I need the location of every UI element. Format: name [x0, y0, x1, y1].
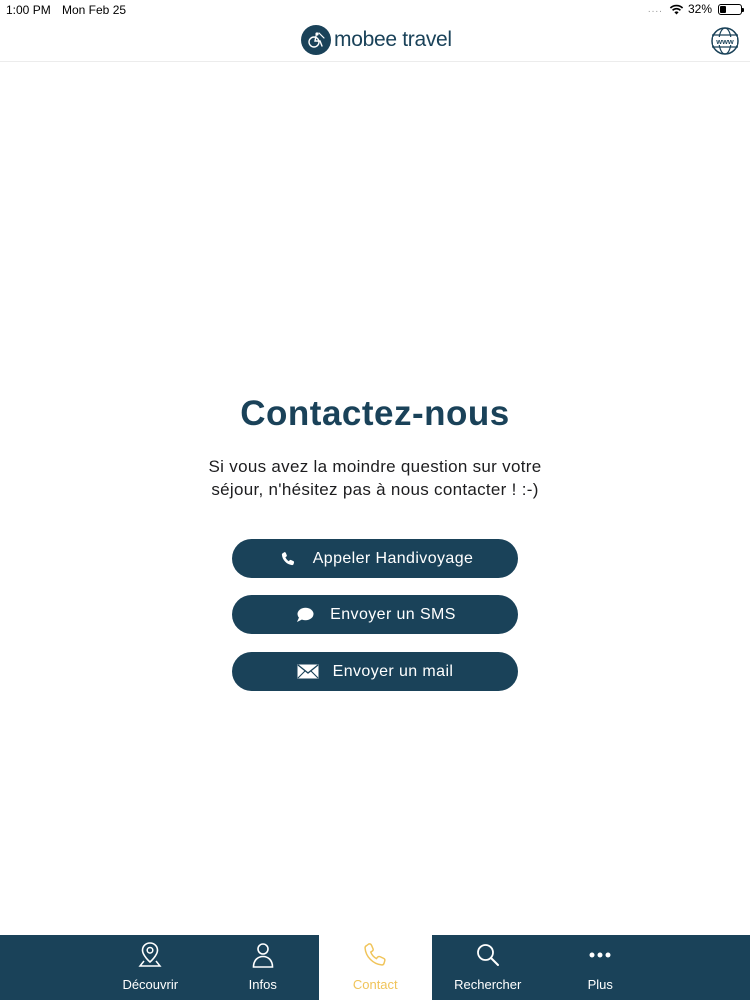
- status-indicators: .... 32%: [647, 2, 744, 16]
- mail-button-label: Envoyer un mail: [332, 662, 454, 680]
- search-icon: [474, 941, 502, 969]
- contact-description: Si vous avez la moindre question sur vot…: [150, 455, 600, 501]
- description-line-1: Si vous avez la moindre question sur vot…: [208, 457, 542, 476]
- brand-name: mobee travel: [334, 28, 452, 51]
- wheelchair-icon: [301, 25, 331, 55]
- tab-infos-label: Infos: [248, 977, 277, 992]
- tab-contact[interactable]: Contact: [319, 935, 432, 1000]
- tab-rechercher[interactable]: Rechercher: [432, 935, 545, 1000]
- phone-icon: [277, 550, 299, 568]
- person-icon: [249, 941, 277, 969]
- tab-plus[interactable]: Plus: [544, 935, 657, 1000]
- signal-icon: ....: [647, 3, 663, 15]
- brand-logo: mobee travel: [301, 25, 452, 55]
- status-bar: 1:00 PM Mon Feb 25 .... 32%: [0, 0, 750, 20]
- battery-icon: [718, 3, 744, 15]
- globe-www-icon[interactable]: www: [710, 26, 740, 56]
- tab-decouvrir[interactable]: Découvrir: [94, 935, 207, 1000]
- svg-text:www: www: [715, 37, 734, 46]
- chat-bubble-icon: [294, 606, 316, 624]
- envelope-icon: [297, 663, 319, 681]
- call-button-label: Appeler Handivoyage: [312, 549, 474, 567]
- tab-infos[interactable]: Infos: [207, 935, 320, 1000]
- battery-level: [720, 5, 727, 13]
- status-time: 1:00 PM: [6, 3, 51, 17]
- map-pin-icon: [136, 941, 164, 969]
- mail-button[interactable]: Envoyer un mail: [232, 652, 518, 691]
- description-line-2: séjour, n'hésitez pas à nous contacter !…: [211, 480, 539, 499]
- more-dots-icon: [586, 941, 614, 969]
- app-header: mobee travel www: [0, 20, 750, 62]
- page-title: Contactez-nous: [240, 394, 510, 433]
- tab-bar: Découvrir Infos Contact Rechercher Plus: [0, 935, 750, 1000]
- tab-contact-label: Contact: [352, 977, 398, 992]
- tab-decouvrir-label: Découvrir: [122, 977, 179, 992]
- tab-rechercher-label: Rechercher: [454, 977, 522, 992]
- sms-button-label: Envoyer un SMS: [330, 605, 456, 623]
- wifi-icon: [669, 4, 684, 14]
- status-date: Mon Feb 25: [62, 3, 127, 17]
- call-button[interactable]: Appeler Handivoyage: [232, 539, 518, 578]
- sms-button[interactable]: Envoyer un SMS: [232, 595, 518, 634]
- phone-icon: [361, 941, 389, 969]
- tab-plus-label: Plus: [587, 977, 613, 992]
- battery-percent: 32%: [687, 2, 712, 16]
